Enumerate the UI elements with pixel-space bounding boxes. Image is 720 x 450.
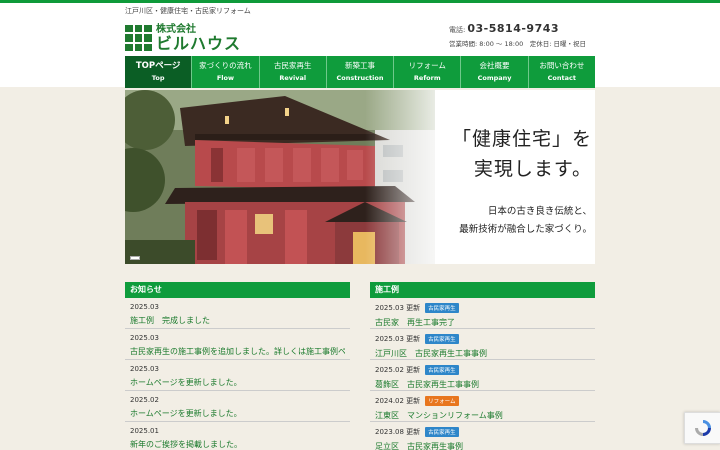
- nav-item-contact[interactable]: お問い合わせ Contact: [529, 56, 595, 88]
- tel-label: 電話:: [449, 26, 466, 34]
- works-heading: 施工例: [370, 282, 595, 298]
- news-date: 2025.03: [130, 365, 159, 373]
- news-title-link[interactable]: ホームページを更新しました。: [130, 377, 345, 388]
- nav-item-label: リフォーム: [408, 61, 446, 71]
- logo-grid-icon: [125, 24, 152, 52]
- hero-headline-1: 「健康住宅」を: [451, 128, 592, 150]
- logo-company-name: ビルハウス: [156, 33, 242, 53]
- slider-indicator[interactable]: [130, 256, 140, 260]
- news-title-link[interactable]: 古民家再生の施工事例を追加しました。詳しくは施工事例ページをご覧ください。: [130, 346, 345, 357]
- nav-item-label: 家づくりの流れ: [199, 61, 252, 71]
- category-badge: 古民家再生: [425, 303, 459, 313]
- site-logo[interactable]: 株式会社 ビルハウス: [125, 22, 241, 54]
- news-title-link[interactable]: ホームページを更新しました。: [130, 408, 345, 419]
- news-title-link[interactable]: 新年のご挨拶を掲載しました。: [130, 439, 345, 450]
- nav-item-sublabel: Top: [151, 74, 165, 83]
- nav-item-sublabel: Reform: [413, 73, 441, 82]
- nav-item-label: 新築工事: [344, 61, 375, 71]
- news-date: 2025.03: [130, 303, 159, 311]
- list-item[interactable]: 2025.02 ホームページを更新しました。: [125, 391, 350, 422]
- hero-banner: 「健康住宅」を 実現します。 日本の古き良き伝統と、 最新技術が融合した家づくり…: [125, 90, 595, 264]
- header-tagline: 江戸川区・健康住宅・古民家リフォーム: [125, 7, 251, 15]
- works-section: 施工例 2025.03 更新 古民家再生 古民家 再生工事完了 2025.03 更…: [370, 282, 595, 450]
- news-title-link[interactable]: 施工例 完成しました: [130, 315, 345, 326]
- business-hours: 営業時間: 8:00 ～ 18:00 定休日: 日曜・祝日: [449, 40, 586, 48]
- category-badge: 古民家再生: [425, 365, 459, 375]
- recaptcha-icon: [694, 420, 711, 436]
- works-date: 2025.03 更新: [375, 335, 421, 343]
- news-heading: お知らせ: [125, 282, 350, 298]
- list-item[interactable]: 2025.01 新年のご挨拶を掲載しました。: [125, 422, 350, 450]
- category-badge: リフォーム: [425, 396, 459, 406]
- nav-item-top[interactable]: TOPページ Top: [125, 56, 193, 88]
- works-title-link[interactable]: 古民家 再生工事完了: [375, 317, 590, 328]
- works-title-link[interactable]: 江東区 マンションリフォーム事例: [375, 410, 590, 421]
- nav-item-label: 古民家再生: [273, 61, 312, 71]
- list-item[interactable]: 2025.03 ホームページを更新しました。: [125, 360, 350, 391]
- nav-item-revival[interactable]: 古民家再生 Revival: [260, 56, 327, 88]
- main-nav: TOPページ Top 家づくりの流れ Flow 古民家再生 Revival 新築…: [125, 56, 595, 88]
- nav-item-company[interactable]: 会社概要 Company: [461, 56, 529, 88]
- list-item[interactable]: 2025.02 更新 古民家再生 葛飾区 古民家再生工事事例: [370, 360, 595, 391]
- hero-subtext-1: 日本の古き良き伝統と、: [487, 206, 592, 217]
- works-title-link[interactable]: 江戸川区 古民家再生工事事例: [375, 348, 590, 359]
- list-item[interactable]: 2025.03 更新 古民家再生 古民家 再生工事完了: [370, 298, 595, 329]
- news-date: 2025.02: [130, 396, 159, 404]
- works-title-link[interactable]: 葛飾区 古民家再生工事事例: [375, 379, 590, 390]
- nav-item-flow[interactable]: 家づくりの流れ Flow: [192, 56, 260, 88]
- hero-subtext-2: 最新技術が融合した家づくり。: [459, 224, 592, 235]
- header-contact: 電話: 03-5814-9743 営業時間: 8:00 ～ 18:00 定休日:…: [449, 22, 586, 48]
- news-section: お知らせ 2025.03 施工例 完成しました 2025.03 古民家再生の施工…: [125, 282, 350, 450]
- category-badge: 古民家再生: [425, 427, 459, 437]
- hero-copy: 「健康住宅」を 実現します。 日本の古き良き伝統と、 最新技術が融合した家づくり…: [427, 124, 592, 235]
- nav-item-sublabel: Company: [477, 73, 512, 82]
- news-date: 2025.03: [130, 334, 159, 342]
- nav-item-reform[interactable]: リフォーム Reform: [394, 56, 462, 88]
- news-date: 2025.01: [130, 427, 159, 435]
- hero-headline-2: 実現します。: [473, 158, 592, 180]
- nav-item-sublabel: Contact: [547, 73, 576, 82]
- nav-item-sublabel: Revival: [279, 73, 307, 82]
- list-item[interactable]: 2025.03 施工例 完成しました: [125, 298, 350, 329]
- list-item[interactable]: 2024.02 更新 リフォーム 江東区 マンションリフォーム事例: [370, 391, 595, 422]
- nav-item-construction[interactable]: 新築工事 Construction: [327, 56, 395, 88]
- nav-item-sublabel: Construction: [336, 73, 384, 82]
- list-item[interactable]: 2023.08 更新 古民家再生 足立区 古民家再生事例: [370, 422, 595, 450]
- works-date: 2025.03 更新: [375, 304, 421, 312]
- works-date: 2024.02 更新: [375, 397, 421, 405]
- works-date: 2025.02 更新: [375, 366, 421, 374]
- logo-company-type: 株式会社: [156, 23, 196, 35]
- list-item[interactable]: 2025.03 古民家再生の施工事例を追加しました。詳しくは施工事例ページをご覧…: [125, 329, 350, 360]
- phone-number[interactable]: 03-5814-9743: [467, 22, 559, 35]
- nav-item-label: お問い合わせ: [539, 61, 585, 71]
- nav-item-label: TOPページ: [135, 60, 181, 71]
- recaptcha-badge[interactable]: [684, 412, 720, 444]
- category-badge: 古民家再生: [425, 334, 459, 344]
- works-date: 2023.08 更新: [375, 428, 421, 436]
- list-item[interactable]: 2025.03 更新 古民家再生 江戸川区 古民家再生工事事例: [370, 329, 595, 360]
- nav-item-sublabel: Flow: [216, 73, 234, 82]
- nav-item-label: 会社概要: [479, 61, 510, 71]
- works-title-link[interactable]: 足立区 古民家再生事例: [375, 441, 590, 450]
